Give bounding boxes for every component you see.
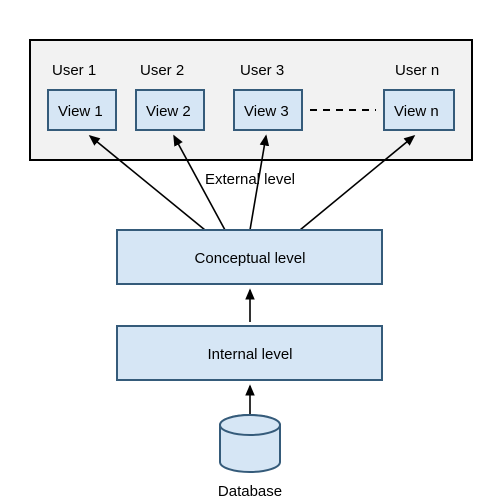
external-level-title: External level [205, 171, 295, 188]
database-label: Database [218, 483, 282, 500]
user-1-label: User 1 [52, 62, 96, 79]
internal-level-label: Internal level [207, 346, 292, 363]
internal-level-box: Internal level [117, 326, 382, 380]
view-1-label: View 1 [58, 103, 103, 120]
user-n-label: User n [395, 62, 439, 79]
view-2-label: View 2 [146, 103, 191, 120]
conceptual-level-box: Conceptual level [117, 230, 382, 284]
view-3-label: View 3 [244, 103, 289, 120]
conceptual-level-label: Conceptual level [195, 250, 306, 267]
user-3-label: User 3 [240, 62, 284, 79]
view-n-label: View n [394, 103, 439, 120]
database-cylinder [220, 415, 280, 472]
user-2-label: User 2 [140, 62, 184, 79]
